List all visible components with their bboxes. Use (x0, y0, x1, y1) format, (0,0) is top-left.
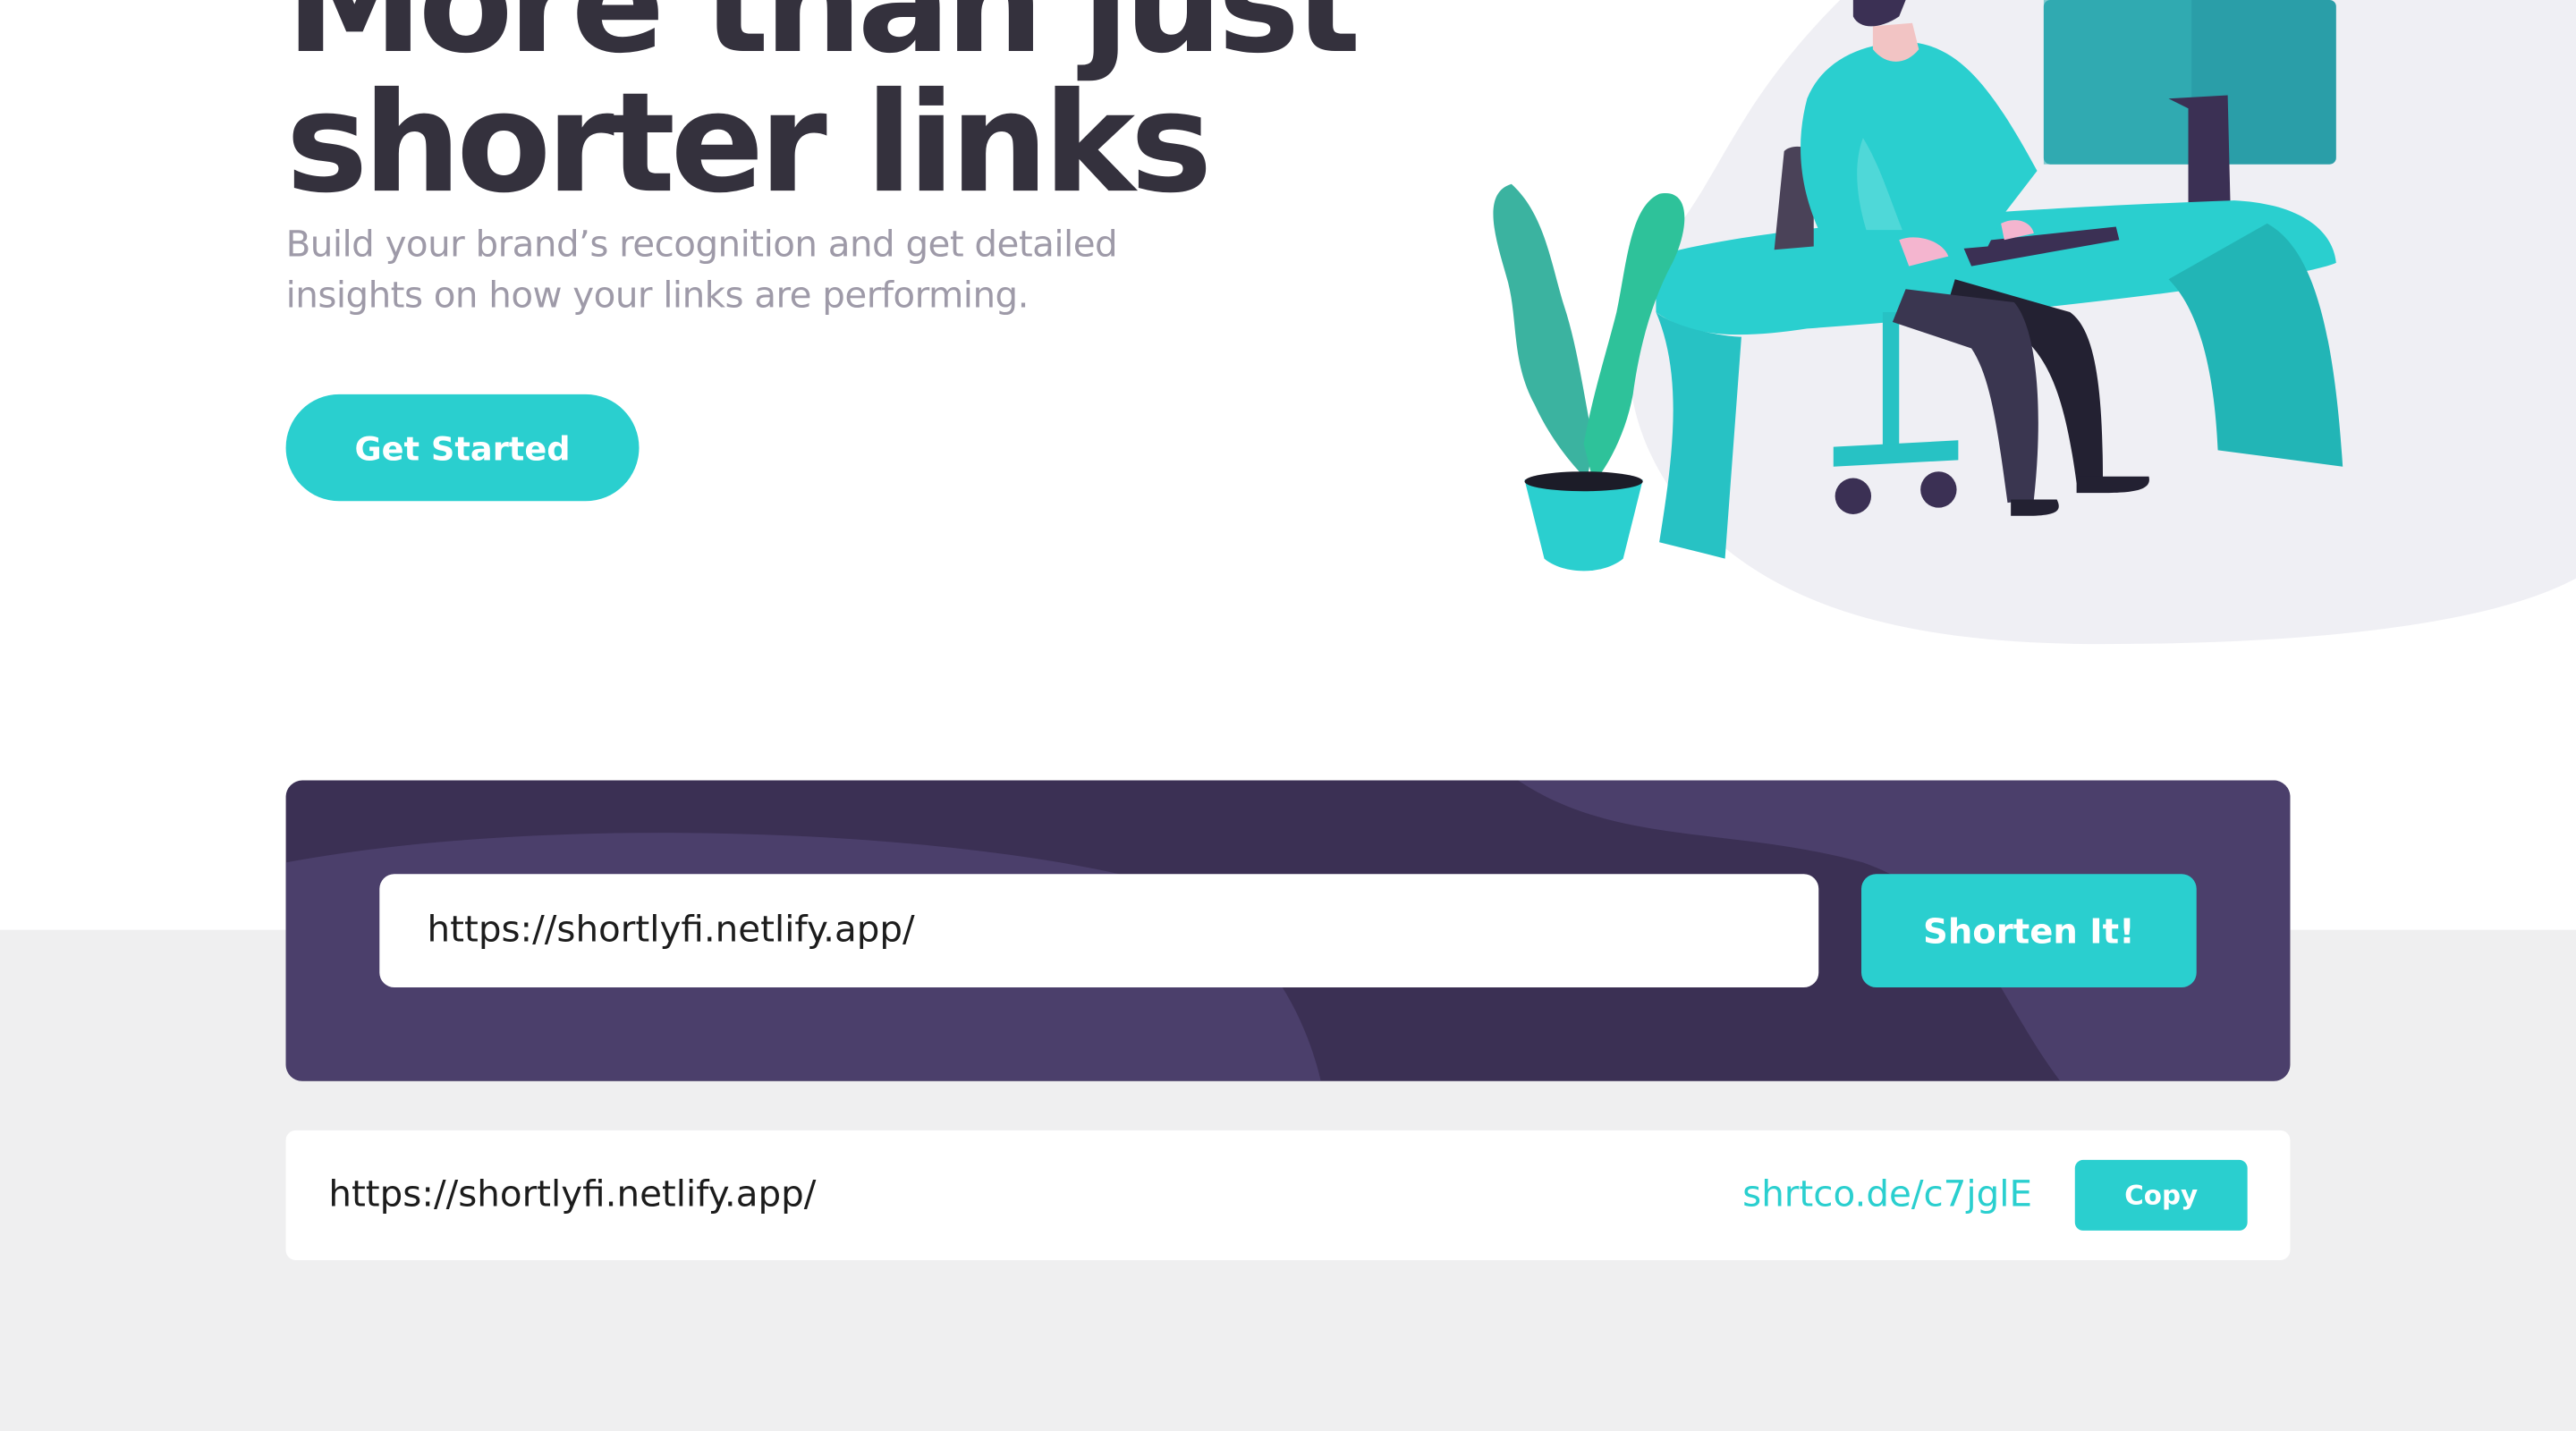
monitor-screen-shade (2043, 0, 2192, 165)
get-started-button[interactable]: Get Started (285, 394, 640, 502)
hero-subtitle: Build your brand’s recognition and get d… (285, 224, 1118, 318)
result-original-url: https://shortlyfi.netlify.app/ (328, 1174, 817, 1216)
hero-title-line-2: shorter links (285, 62, 1213, 224)
result-row: https://shortlyfi.netlify.app/ shrtco.de… (285, 1130, 2291, 1260)
person-neck (1872, 22, 1919, 62)
page: More than just shorter links Build your … (0, 0, 2576, 1431)
hero-title: More than just shorter links (285, 0, 1361, 224)
shorten-it-button[interactable]: Shorten It! (1861, 874, 2197, 988)
plant-leaf-left (1493, 183, 1594, 480)
person-shoe-front (2011, 499, 2059, 516)
shorten-panel: https://shortlyfi.netlify.app/ Shorten I… (285, 780, 2291, 1081)
chair-wheel-left (1835, 478, 1872, 514)
chair-wheel-right (1920, 471, 1957, 508)
result-short-url[interactable]: shrtco.de/c7jglE (1742, 1130, 2032, 1260)
plant-pot-rim (1524, 471, 1643, 492)
url-input[interactable]: https://shortlyfi.netlify.app/ (379, 874, 1819, 988)
copy-button[interactable]: Copy (2074, 1159, 2248, 1231)
plant-pot (1524, 479, 1643, 572)
person-working-illustration-icon (1493, 0, 2576, 645)
chair-post (1882, 312, 1900, 461)
